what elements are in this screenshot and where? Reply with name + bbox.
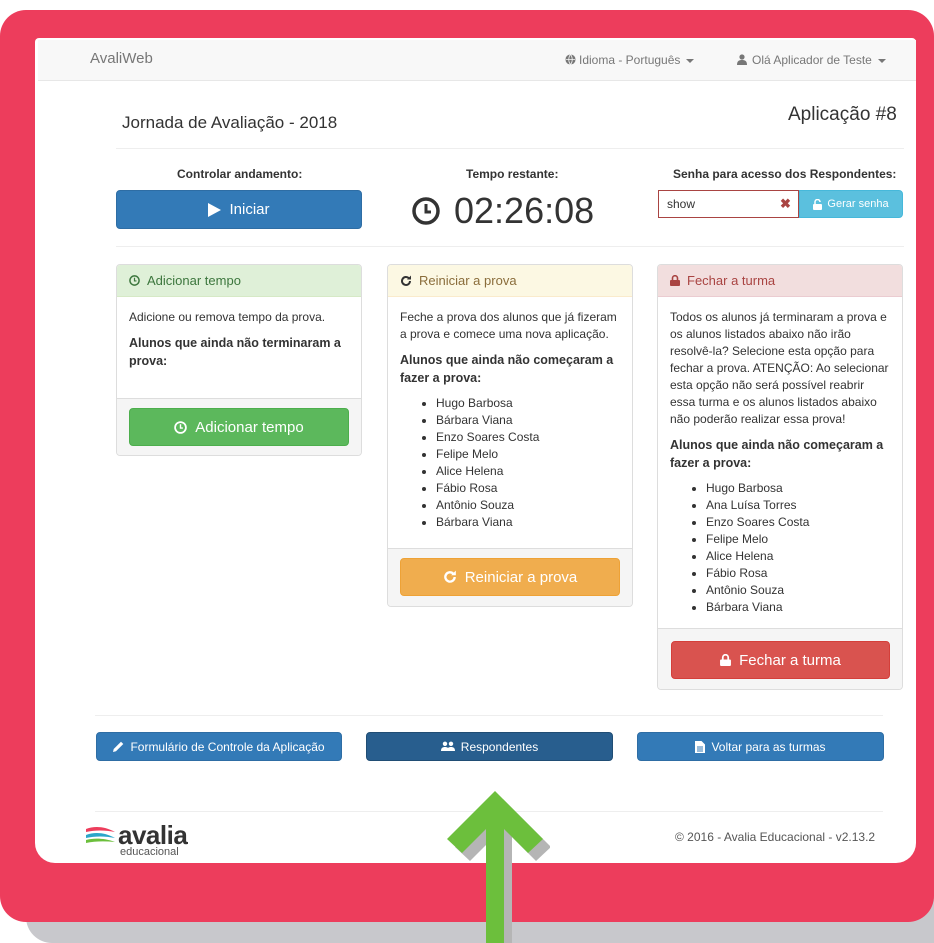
copyright: © 2016 - Avalia Educacional - v2.13.2 <box>675 830 876 844</box>
restart-subtitle: Alunos que ainda não começaram a fazer a… <box>400 353 614 385</box>
start-button-label: Iniciar <box>229 201 270 218</box>
play-icon <box>208 202 222 217</box>
add-time-panel-title: Adicionar tempo <box>147 273 241 288</box>
close-student-list: Hugo Barbosa Ana Luísa Torres Enzo Soare… <box>670 480 890 616</box>
users-icon <box>440 741 455 751</box>
chevron-down-icon <box>686 58 695 63</box>
add-time-panel: Adicionar tempo Adicione ou remova tempo… <box>116 264 362 456</box>
list-item: Fábio Rosa <box>706 565 890 582</box>
arrow-up-icon <box>447 791 550 943</box>
time-label: Tempo restante: <box>466 167 559 181</box>
file-icon <box>695 740 706 753</box>
control-form-button[interactable]: Formulário de Controle da Aplicação <box>96 732 342 761</box>
close-class-button-label: Fechar a turma <box>739 651 841 669</box>
add-time-description: Adicione ou remova tempo da prova. <box>129 310 326 324</box>
user-dropdown[interactable]: Olá Aplicador de Teste <box>737 53 886 67</box>
clock-icon <box>129 275 140 286</box>
list-item: Bárbara Viana <box>706 599 890 616</box>
user-icon <box>737 54 747 65</box>
close-class-button[interactable]: Fechar a turma <box>671 641 890 679</box>
add-time-panel-body: Adicione ou remova tempo da prova. Aluno… <box>117 297 361 390</box>
add-time-panel-header: Adicionar tempo <box>117 265 361 297</box>
undo-icon <box>401 275 411 286</box>
lock-icon <box>720 654 732 666</box>
list-item: Hugo Barbosa <box>706 480 890 497</box>
progress-label: Controlar andamento: <box>177 167 303 181</box>
respondents-button[interactable]: Respondentes <box>366 732 613 761</box>
navbar: AvaliWeb Idioma - Português Olá Aplicado… <box>38 40 916 81</box>
user-label: Olá Aplicador de Teste <box>752 53 872 67</box>
list-item: Antônio Souza <box>706 582 890 599</box>
password-input[interactable]: show <box>658 190 799 218</box>
generate-password-label: Gerar senha <box>827 198 889 210</box>
list-item: Felipe Melo <box>436 446 620 463</box>
password-label: Senha para acesso dos Respondentes: <box>673 167 897 181</box>
timer: 02:26:08 <box>412 190 594 232</box>
divider <box>95 715 883 716</box>
chevron-down-icon <box>877 58 886 63</box>
brand[interactable]: AvaliWeb <box>90 50 153 67</box>
list-item: Ana Luísa Torres <box>706 497 890 514</box>
language-label: Idioma - Português <box>579 53 681 67</box>
close-panel-body: Todos os alunos já terminaram a prova e … <box>658 297 902 628</box>
restart-panel-body: Feche a prova dos alunos que já fizeram … <box>388 297 632 543</box>
close-description: Todos os alunos já terminaram a prova e … <box>670 310 889 426</box>
restart-student-list: Hugo Barbosa Bárbara Viana Enzo Soares C… <box>400 395 620 531</box>
close-subtitle: Alunos que ainda não começaram a fazer a… <box>670 438 884 470</box>
close-panel-header: Fechar a turma <box>658 265 902 297</box>
list-item: Bárbara Viana <box>436 412 620 429</box>
restart-panel-title: Reiniciar a prova <box>419 273 517 288</box>
generate-password-button[interactable]: Gerar senha <box>799 190 903 218</box>
logo-swoosh-icon <box>86 827 115 843</box>
lock-icon <box>670 275 680 286</box>
control-form-label: Formulário de Controle da Aplicação <box>130 739 325 754</box>
list-item: Bárbara Viana <box>436 514 620 531</box>
add-time-button-label: Adicionar tempo <box>195 418 304 436</box>
page-title: Jornada de Avaliação - 2018 <box>122 113 338 132</box>
close-panel: Fechar a turma Todos os alunos já termin… <box>657 264 903 690</box>
restart-button[interactable]: Reiniciar a prova <box>400 558 620 596</box>
divider <box>116 148 904 149</box>
globe-icon <box>565 54 576 65</box>
start-button[interactable]: Iniciar <box>116 190 362 229</box>
list-item: Alice Helena <box>436 463 620 480</box>
logo-word: avalia <box>118 820 188 850</box>
back-to-classes-label: Voltar para as turmas <box>711 739 826 754</box>
list-item: Alice Helena <box>706 548 890 565</box>
list-item: Enzo Soares Costa <box>436 429 620 446</box>
time-remaining: 02:26:08 <box>454 190 595 231</box>
respondents-label: Respondentes <box>460 739 539 754</box>
list-item: Enzo Soares Costa <box>706 514 890 531</box>
pencil-icon <box>113 741 124 752</box>
back-to-classes-button[interactable]: Voltar para as turmas <box>637 732 884 761</box>
divider <box>116 246 904 247</box>
clock-icon <box>412 197 440 225</box>
close-panel-title: Fechar a turma <box>687 273 776 288</box>
list-item: Hugo Barbosa <box>436 395 620 412</box>
language-dropdown[interactable]: Idioma - Português <box>565 53 695 67</box>
logo-subtitle: educacional <box>120 846 179 858</box>
unlock-icon <box>813 198 823 210</box>
restart-panel: Reiniciar a prova Feche a prova dos alun… <box>387 264 633 607</box>
avalia-logo: avalia educacional <box>86 820 188 858</box>
clear-icon[interactable]: ✖ <box>780 196 791 212</box>
undo-icon <box>443 570 456 583</box>
restart-button-label: Reiniciar a prova <box>464 568 578 586</box>
restart-panel-header: Reiniciar a prova <box>388 265 632 297</box>
list-item: Antônio Souza <box>436 497 620 514</box>
clock-icon <box>174 420 188 434</box>
application-title: Aplicação #8 <box>788 104 897 125</box>
list-item: Felipe Melo <box>706 531 890 548</box>
list-item: Fábio Rosa <box>436 480 620 497</box>
add-time-subtitle: Alunos que ainda não terminaram a prova: <box>129 336 341 368</box>
restart-description: Feche a prova dos alunos que já fizeram … <box>400 310 617 341</box>
add-time-button[interactable]: Adicionar tempo <box>129 408 349 446</box>
